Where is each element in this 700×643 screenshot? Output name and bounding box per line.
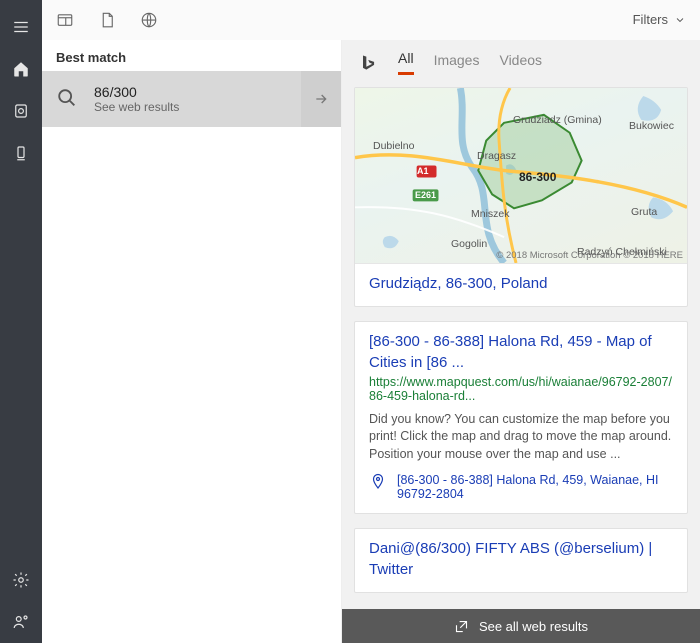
globe-icon[interactable] bbox=[140, 11, 158, 29]
card2-url: https://www.mapquest.com/us/hi/waianae/9… bbox=[369, 375, 673, 403]
see-all-button[interactable]: See all web results bbox=[342, 609, 700, 643]
open-external-icon bbox=[454, 619, 469, 634]
map-label-dragasz: Dragasz bbox=[477, 150, 516, 162]
map-label-grudziadz: Grudziadz (Gmina) bbox=[513, 114, 602, 126]
main-pane: Filters Best match 86/300 See web result… bbox=[42, 0, 700, 643]
filters-label: Filters bbox=[633, 12, 668, 27]
results-column: Best match 86/300 See web results bbox=[42, 40, 342, 643]
result-card-map: A1 E261 Dubielno Dragasz Mniszek Gogolin… bbox=[354, 87, 688, 307]
clock-icon[interactable] bbox=[0, 90, 42, 132]
card2-title-link[interactable]: [86-300 - 86-388] Halona Rd, 459 - Map o… bbox=[369, 332, 673, 373]
tab-all[interactable]: All bbox=[398, 50, 414, 75]
card2-sublink[interactable]: [86-300 - 86-388] Halona Rd, 459, Waiana… bbox=[397, 473, 673, 501]
map-copyright: © 2018 Microsoft Corporation © 2018 HERE bbox=[496, 250, 683, 261]
hamburger-icon[interactable] bbox=[0, 6, 42, 48]
map-label-bukowiec: Bukowiec bbox=[629, 120, 674, 132]
left-rail bbox=[0, 0, 42, 643]
match-title: 86/300 bbox=[94, 84, 293, 100]
map-road-a1: A1 bbox=[417, 166, 429, 176]
result-card-2: [86-300 - 86-388] Halona Rd, 459 - Map o… bbox=[354, 321, 688, 514]
result-card-3: Dani@(86/300) FIFTY ABS (@berselium) | T… bbox=[354, 528, 688, 593]
search-icon bbox=[56, 87, 80, 111]
pin-icon bbox=[369, 473, 387, 491]
feedback-icon[interactable] bbox=[0, 601, 42, 643]
map-label-mniszek: Mniszek bbox=[471, 208, 510, 220]
tabs-row: All Images Videos bbox=[354, 50, 688, 87]
preview-column: All Images Videos bbox=[342, 40, 700, 643]
map-road-e261: E261 bbox=[415, 190, 436, 200]
apps-icon[interactable] bbox=[56, 11, 74, 29]
see-all-label: See all web results bbox=[479, 619, 588, 634]
map-label-gruta: Gruta bbox=[631, 206, 657, 218]
tab-videos[interactable]: Videos bbox=[499, 52, 542, 74]
best-match-item[interactable]: 86/300 See web results bbox=[42, 71, 341, 127]
document-icon[interactable] bbox=[98, 11, 116, 29]
map-box[interactable]: A1 E261 Dubielno Dragasz Mniszek Gogolin… bbox=[355, 88, 687, 264]
card3-title-link[interactable]: Dani@(86/300) FIFTY ABS (@berselium) | T… bbox=[369, 539, 673, 580]
home-icon[interactable] bbox=[0, 48, 42, 90]
gear-icon[interactable] bbox=[0, 559, 42, 601]
topbar: Filters bbox=[42, 0, 700, 40]
map-label-dubielno: Dubielno bbox=[373, 140, 414, 152]
device-icon[interactable] bbox=[0, 132, 42, 174]
arrow-right-icon bbox=[313, 91, 329, 107]
tab-images[interactable]: Images bbox=[434, 52, 480, 74]
card1-title-link[interactable]: Grudziądz, 86-300, Poland bbox=[369, 274, 673, 294]
map-label-center: 86-300 bbox=[519, 170, 556, 184]
filters-button[interactable]: Filters bbox=[633, 12, 686, 27]
match-subtitle: See web results bbox=[94, 100, 293, 114]
chevron-down-icon bbox=[674, 14, 686, 26]
bing-icon bbox=[358, 53, 378, 73]
map-label-gogolin: Gogolin bbox=[451, 238, 487, 250]
card2-snippet: Did you know? You can customize the map … bbox=[369, 411, 673, 464]
open-arrow-button[interactable] bbox=[301, 71, 341, 127]
section-header: Best match bbox=[42, 40, 341, 71]
